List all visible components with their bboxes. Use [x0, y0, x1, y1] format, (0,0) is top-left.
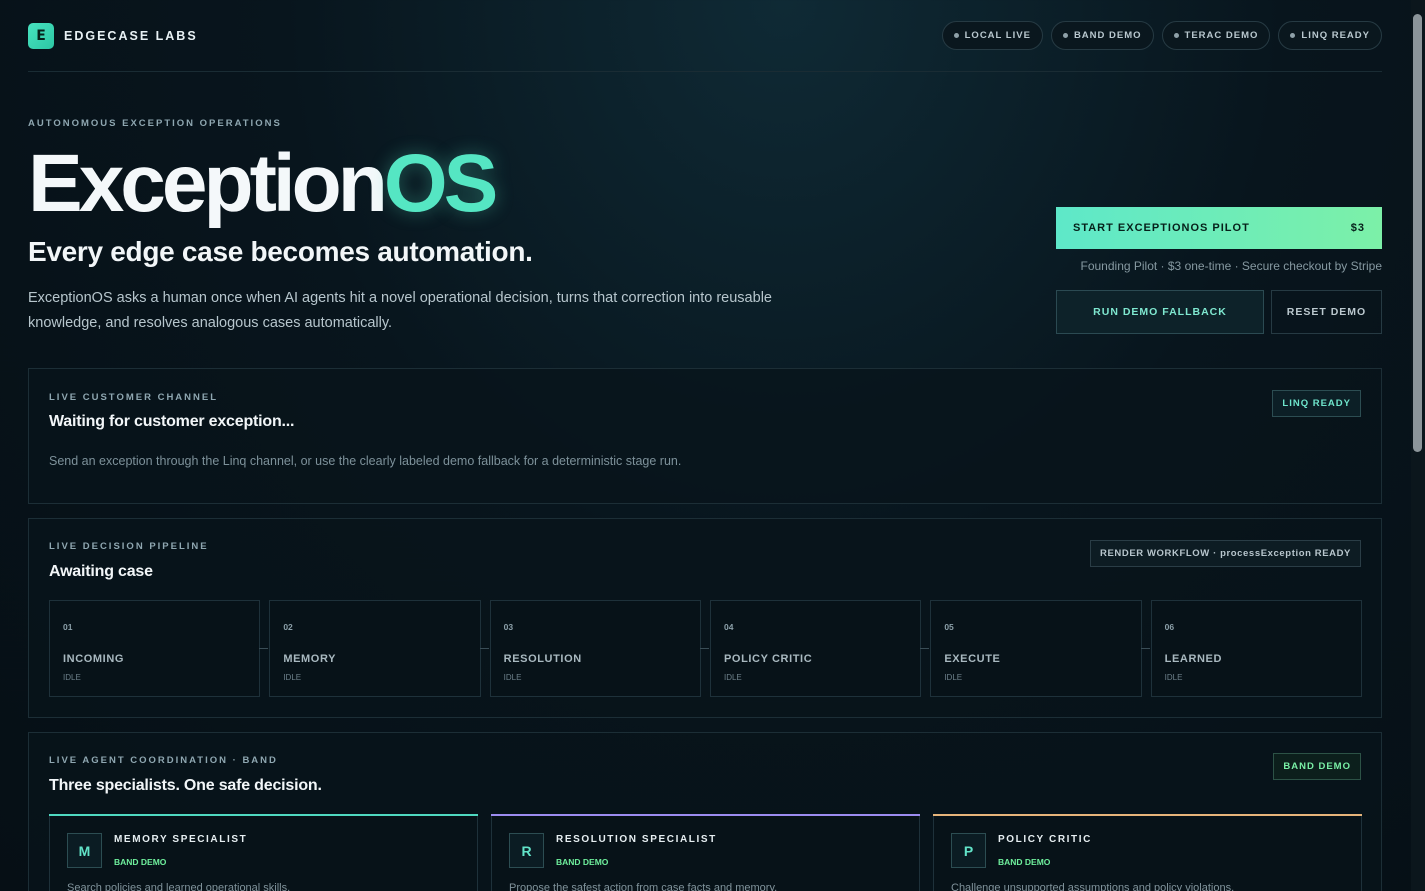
coordination-title: Three specialists. One safe decision. [49, 777, 322, 794]
customer-channel-card: LIVE CUSTOMER CHANNEL Waiting for custom… [28, 368, 1382, 504]
specialist-badge: BAND DEMO [998, 857, 1051, 867]
specialist-badge: BAND DEMO [114, 857, 167, 867]
resolution-specialist-card: R RESOLUTION SPECIALIST BAND DEMO Propos… [491, 814, 920, 891]
pill-label: TERAC DEMO [1184, 30, 1259, 41]
accent-bar [491, 814, 920, 816]
agent-coordination-card: LIVE AGENT COORDINATION · BAND Three spe… [28, 732, 1382, 891]
stage-number: 02 [283, 622, 293, 632]
stage-name: LEARNED [1164, 653, 1223, 665]
specialist-badge: BAND DEMO [556, 857, 609, 867]
pill-label: BAND DEMO [1073, 30, 1142, 41]
status-dot-icon [1173, 33, 1179, 38]
stage-connector [259, 648, 269, 649]
status-pill-linq-ready: LINQ READY [1278, 21, 1382, 50]
specialist-description: Propose the safest action from case fact… [509, 882, 778, 891]
status-pill-band-demo: BAND DEMO [1050, 21, 1154, 50]
status-pill-local-live: LOCAL LIVE [941, 21, 1043, 50]
stage-state: IDLE [1164, 673, 1183, 682]
stage-number: 06 [1164, 622, 1175, 632]
band-demo-badge: BAND DEMO [1273, 753, 1361, 780]
hero-title-part2: OS [383, 138, 499, 229]
start-pilot-price: $3 [1350, 222, 1365, 234]
specialist-avatar: R [509, 833, 544, 868]
stage-name: EXECUTE [944, 653, 1001, 665]
scrollbar-track[interactable] [1411, 0, 1425, 891]
stage-connector [920, 648, 930, 649]
pipeline-stages: 01 INCOMING IDLE 02 MEMORY IDLE 03 RESOL… [49, 600, 1362, 697]
accent-bar [49, 814, 478, 816]
page: E EDGECASE LABS LOCAL LIVE BAND DEMO TER… [28, 0, 1382, 891]
specialist-name: POLICY CRITIC [998, 834, 1092, 845]
specialist-description: Search policies and learned operational … [67, 882, 291, 891]
top-bar: E EDGECASE LABS LOCAL LIVE BAND DEMO TER… [28, 0, 1382, 72]
hero-eyebrow: AUTONOMOUS EXCEPTION OPERATIONS [28, 118, 282, 129]
stage-state: IDLE [944, 673, 963, 682]
stage-number: 01 [63, 622, 73, 632]
coordination-eyebrow: LIVE AGENT COORDINATION · BAND [49, 755, 278, 766]
status-dot-icon [1290, 33, 1296, 38]
hero-subtitle: Every edge case becomes automation. [28, 236, 533, 267]
stage-connector [699, 648, 709, 649]
hero-title: ExceptionOS [28, 134, 499, 234]
stage-name: MEMORY [283, 653, 337, 665]
specialist-avatar: M [67, 833, 102, 868]
stage-state: IDLE [503, 673, 522, 682]
status-dot-icon [1062, 33, 1068, 38]
stage-memory: 02 MEMORY IDLE [269, 600, 489, 697]
stage-number: 03 [503, 622, 514, 632]
linq-ready-badge: LINQ READY [1272, 390, 1361, 417]
specialist-description: Challenge unsupported assumptions and po… [951, 882, 1235, 891]
pipeline-eyebrow: LIVE DECISION PIPELINE [49, 541, 209, 552]
policy-critic-card: P POLICY CRITIC BAND DEMO Challenge unsu… [933, 814, 1362, 891]
run-demo-fallback-button[interactable]: RUN DEMO FALLBACK [1056, 290, 1264, 334]
specialists: M MEMORY SPECIALIST BAND DEMO Search pol… [49, 814, 1362, 891]
stage-connector [1140, 648, 1150, 649]
status-dot-icon [953, 33, 959, 38]
render-workflow-badge: RENDER WORKFLOW · processException READY [1090, 540, 1361, 567]
scrollbar-thumb[interactable] [1413, 14, 1422, 452]
channel-title: Waiting for customer exception... [49, 413, 295, 430]
stage-learned: 06 LEARNED IDLE [1150, 600, 1362, 697]
stage-name: POLICY CRITIC [723, 653, 813, 665]
stage-incoming: 01 INCOMING IDLE [49, 600, 269, 697]
stage-number: 04 [723, 622, 734, 632]
stage-connector [479, 648, 489, 649]
hero-description: ExceptionOS asks a human once when AI ag… [28, 290, 772, 331]
stage-state: IDLE [723, 673, 742, 682]
stage-number: 05 [944, 622, 954, 632]
stage-execute: 05 EXECUTE IDLE [930, 600, 1150, 697]
stage-name: INCOMING [63, 653, 125, 665]
stage-state: IDLE [283, 673, 302, 682]
brand[interactable]: E EDGECASE LABS [28, 22, 198, 49]
pipeline-title: Awaiting case [49, 563, 153, 580]
stage-state: IDLE [63, 673, 81, 682]
status-pills: LOCAL LIVE BAND DEMO TERAC DEMO LINQ REA… [941, 21, 1382, 50]
stage-policy-critic: 04 POLICY CRITIC IDLE [709, 600, 930, 697]
stage-resolution: 03 RESOLUTION IDLE [489, 600, 709, 697]
specialist-name: MEMORY SPECIALIST [114, 834, 248, 845]
brand-logo: E [28, 22, 54, 49]
brand-name: EDGECASE LABS [64, 28, 198, 43]
decision-pipeline-card: LIVE DECISION PIPELINE Awaiting case REN… [28, 518, 1382, 718]
status-pill-terac-demo: TERAC DEMO [1161, 21, 1271, 50]
accent-bar [933, 814, 1362, 816]
channel-text: Send an exception through the Linq chann… [49, 454, 682, 468]
specialist-avatar: P [951, 833, 986, 868]
channel-eyebrow: LIVE CUSTOMER CHANNEL [49, 392, 219, 403]
memory-specialist-card: M MEMORY SPECIALIST BAND DEMO Search pol… [49, 814, 478, 891]
pill-label: LOCAL LIVE [964, 30, 1031, 41]
hero-title-part1: Exception [28, 138, 388, 229]
stage-name: RESOLUTION [503, 653, 582, 665]
pilot-note: Founding Pilot · $3 one-time · Secure ch… [1080, 259, 1383, 273]
start-pilot-label: START EXCEPTIONOS PILOT [1073, 222, 1250, 234]
reset-demo-button[interactable]: RESET DEMO [1271, 290, 1382, 334]
specialist-name: RESOLUTION SPECIALIST [556, 834, 717, 845]
start-pilot-button[interactable]: START EXCEPTIONOS PILOT $3 [1056, 207, 1382, 249]
pill-label: LINQ READY [1301, 30, 1370, 41]
